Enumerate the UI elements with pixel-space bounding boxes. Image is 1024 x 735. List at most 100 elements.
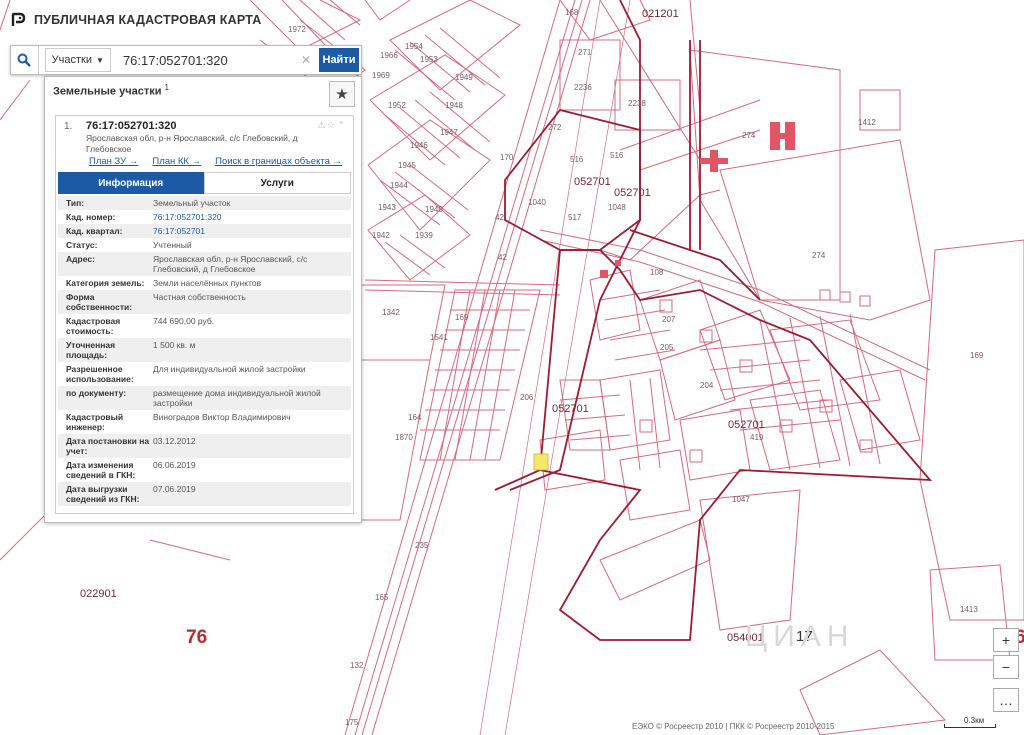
info-label: Тип: bbox=[66, 198, 85, 208]
map-label: 168 bbox=[565, 8, 579, 17]
info-row: Дата постановки на учет: 03.12.2012 bbox=[58, 434, 351, 458]
quarter-label: 052701 bbox=[614, 187, 651, 199]
map-label: 272 bbox=[548, 123, 562, 132]
map-label: 1412 bbox=[858, 118, 876, 127]
map-label: 419 bbox=[750, 433, 764, 442]
search-bar: Участки ▼ ✕ Найти bbox=[10, 45, 362, 75]
zoom-out-button[interactable]: − bbox=[993, 655, 1019, 679]
map-label: 2236 bbox=[574, 83, 592, 92]
selected-parcel[interactable] bbox=[533, 453, 549, 471]
info-value: Учтенный bbox=[153, 240, 192, 250]
info-label: Форма собственности: bbox=[66, 292, 133, 312]
map-label: 271 bbox=[578, 48, 592, 57]
info-label: Кад. квартал: bbox=[66, 226, 123, 236]
map-label: 1969 bbox=[372, 71, 390, 80]
search-in-bounds-link[interactable]: Поиск в границах объекта → bbox=[215, 156, 342, 167]
plan-kk-link[interactable]: План КК → bbox=[152, 156, 201, 167]
results-panel: Земельные участки 1 ★ 1. 76:17:052701:32… bbox=[44, 76, 362, 523]
quarter-label: 022901 bbox=[80, 588, 117, 600]
info-label: Категория земель: bbox=[66, 278, 145, 288]
zoom-in-button[interactable]: + bbox=[993, 628, 1019, 652]
info-value[interactable]: 76:17:052701:320 bbox=[153, 212, 351, 222]
map-label: 1954 bbox=[405, 42, 423, 51]
info-row: Кад. квартал: 76:17:052701 bbox=[58, 224, 351, 238]
search-icon[interactable] bbox=[11, 46, 39, 74]
map-label: 1870 bbox=[395, 433, 413, 442]
info-value[interactable]: 76:17:052701 bbox=[153, 226, 351, 236]
map-label: 274 bbox=[812, 251, 826, 260]
map-label: 1946 bbox=[410, 141, 428, 150]
map-label: 1948 bbox=[445, 101, 463, 110]
quarter-label: 052701 bbox=[728, 419, 765, 431]
info-value: Земли населённых пунктов bbox=[153, 278, 262, 288]
star-icon[interactable]: ★ bbox=[329, 81, 355, 107]
map-label: 42 bbox=[498, 253, 507, 262]
region-label: 76 bbox=[186, 627, 207, 648]
cadastral-number: 76:17:052701:320 bbox=[86, 120, 177, 132]
tab-services[interactable]: Услуги bbox=[203, 172, 351, 194]
scale-bar bbox=[944, 724, 996, 728]
search-button[interactable]: Найти bbox=[319, 48, 359, 72]
map-label: 1940 bbox=[425, 205, 443, 214]
map-label: 42 bbox=[495, 213, 504, 222]
map-label: 175 bbox=[345, 718, 359, 727]
info-value: 06.06.2019 bbox=[153, 460, 196, 470]
info-value: Земельный участок bbox=[153, 198, 231, 208]
map-label: 206 bbox=[520, 393, 534, 402]
map-label: 132 bbox=[350, 661, 364, 670]
map-label: 1944 bbox=[390, 181, 408, 190]
info-row: Статус: Учтенный bbox=[58, 238, 351, 252]
info-value: 1 500 кв. м bbox=[153, 340, 196, 350]
quarter-label: 052701 bbox=[574, 176, 611, 188]
info-label: Статус: bbox=[66, 240, 98, 250]
info-label: Кад. номер: bbox=[66, 212, 116, 222]
clear-icon[interactable]: ✕ bbox=[301, 53, 311, 67]
map-label: 1972 bbox=[288, 25, 306, 34]
info-row: Категория земель: Земли населённых пункто… bbox=[58, 276, 351, 290]
info-value: Виноградов Виктор Владимирович bbox=[153, 412, 291, 422]
info-value: 07.06.2019 bbox=[153, 484, 196, 494]
map-label: 1939 bbox=[415, 231, 433, 240]
info-table: Тип: Земельный участок Кад. номер: 76:17:05… bbox=[58, 196, 351, 506]
info-value: 744 690,00 руб. bbox=[153, 316, 215, 326]
quarter-label: 021201 bbox=[642, 8, 679, 20]
card-actions-icon[interactable]: ⚠☆⌃ bbox=[317, 120, 347, 131]
info-row: по документу: размещение дома индивидуаль… bbox=[58, 386, 351, 410]
info-label: Разрешенное использование: bbox=[66, 364, 134, 384]
map-label: 169 bbox=[455, 313, 469, 322]
more-button[interactable]: … bbox=[993, 688, 1019, 712]
card-links: План ЗУ → План КК → Поиск в границах объ… bbox=[89, 156, 342, 167]
map-label: 169 bbox=[970, 351, 984, 360]
map-label: 1953 bbox=[420, 55, 438, 64]
map-label: 1047 bbox=[732, 495, 750, 504]
info-label: Дата постановки на учет: bbox=[66, 436, 150, 456]
search-type-select[interactable]: Участки ▼ bbox=[44, 48, 111, 72]
info-row: Кад. номер: 76:17:052701:320 bbox=[58, 210, 351, 224]
info-row: Форма собственности: Частная собственност… bbox=[58, 290, 351, 314]
tab-info[interactable]: Информация bbox=[58, 172, 204, 194]
map-label: 207 bbox=[662, 315, 676, 324]
logo-icon bbox=[11, 12, 26, 26]
quarter-label: 052701 bbox=[552, 403, 589, 415]
info-label: Дата изменения сведений в ГКН: bbox=[66, 460, 136, 480]
info-label: по документу: bbox=[66, 388, 127, 398]
map-label: 1048 bbox=[608, 203, 626, 212]
info-label: Кадастровая стоимость: bbox=[66, 316, 121, 336]
app-header: ПУБЛИЧНАЯ КАДАСТРОВАЯ КАРТА bbox=[0, 0, 261, 40]
copyright: ЕЭКО © Росреестр 2010 | ПКК © Росреестр … bbox=[632, 722, 835, 731]
watermark: ЦИАН bbox=[745, 620, 855, 653]
map-label: 204 bbox=[700, 381, 714, 390]
info-label: Кадастровый инженер: bbox=[66, 412, 124, 432]
chevron-down-icon: ▼ bbox=[96, 55, 104, 65]
parcel-card: 1. 76:17:052701:320 Ярославская обл, р-н… bbox=[55, 115, 354, 514]
search-input[interactable] bbox=[120, 48, 301, 72]
card-tabs: Информация Услуги bbox=[58, 172, 351, 194]
info-label: Адрес: bbox=[66, 254, 95, 264]
map-label: 1966 bbox=[380, 51, 398, 60]
map-label: 1342 bbox=[382, 308, 400, 317]
map-label: 516 bbox=[610, 151, 624, 160]
plan-zu-link[interactable]: План ЗУ → bbox=[89, 156, 138, 167]
panel-title: Земельные участки 1 bbox=[53, 83, 169, 98]
parcel-address: Ярославская обл, р-н Ярославский, с/с Гл… bbox=[86, 133, 298, 154]
info-value: Ярославская обл, р-н Ярославский, с/с Гл… bbox=[153, 254, 308, 274]
